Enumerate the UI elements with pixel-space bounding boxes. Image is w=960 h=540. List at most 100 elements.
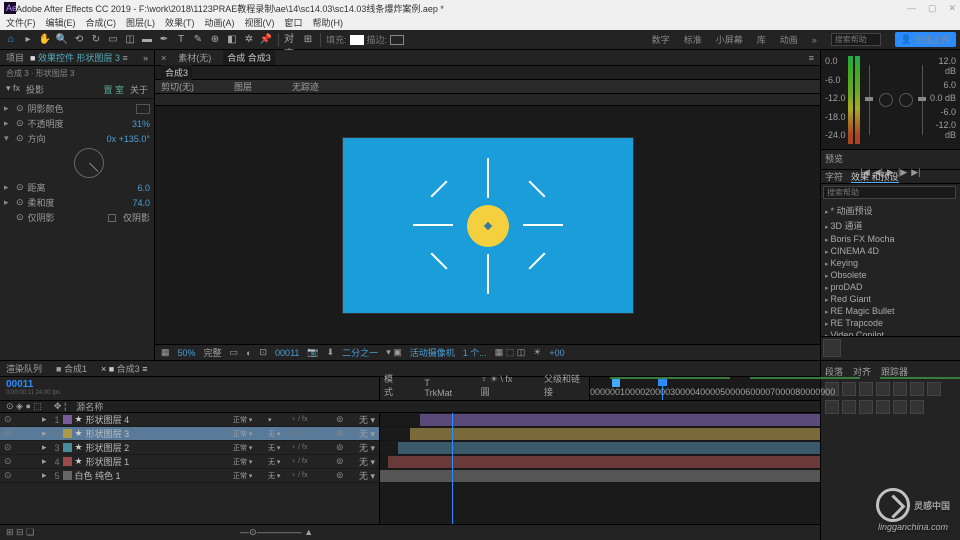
indent-icon[interactable] [842,400,856,414]
twirl-icon[interactable]: ▸ [42,456,47,467]
parent-pick-icon[interactable]: ⊚ [336,456,356,467]
blend-mode[interactable]: 正常 ▾ [233,443,265,453]
workarea-start[interactable] [612,379,620,387]
sub-crop[interactable]: 剪切(无) [161,80,194,93]
trkmat[interactable]: 无 ▾ [268,457,288,467]
indent-icon[interactable] [893,400,907,414]
blend-mode[interactable]: 正常 ▾ [233,429,265,439]
layer-name[interactable]: 形状图层 3 [86,427,230,440]
cat-item[interactable]: Keying [825,257,956,269]
ws-lib[interactable]: 库 [757,33,766,46]
eraser-tool-icon[interactable]: ◧ [225,33,239,47]
effects-search[interactable] [823,186,956,199]
layer-name[interactable]: 形状图层 4 [86,413,230,426]
cat-item[interactable]: CINEMA 4D [825,245,956,257]
cat-item[interactable]: Red Giant [825,293,956,305]
parent-pick-icon[interactable]: ⊚ [336,414,356,425]
stopwatch-icon[interactable]: ⊙ [16,182,24,193]
direction-dial[interactable] [74,148,104,178]
menu-help[interactable]: 帮助(H) [313,16,344,30]
stopwatch-icon[interactable]: ⊙ [16,103,24,114]
clone-tool-icon[interactable]: ⊕ [208,33,222,47]
grid-icon[interactable]: ▦ [161,347,170,358]
minimize-icon[interactable]: — [907,3,916,14]
channel-icon[interactable]: ⬇ [327,347,335,358]
menu-view[interactable]: 视图(V) [245,16,275,30]
view-count[interactable]: 1 个... [463,346,487,359]
stopwatch-icon[interactable]: ⊙ [16,133,24,144]
tab-effects-presets[interactable]: 效果 和预设 [851,170,899,183]
tab-footage[interactable]: 素材(无) [174,50,215,65]
layer-row[interactable]: ⊙▸3★形状图层 2正常 ▾无 ▾♀ / fx⊚无 ▾ [0,441,379,455]
res-dropdown[interactable]: 完整 [204,346,222,359]
mask-icon[interactable]: ▭ [230,347,239,358]
cat-item[interactable]: proDAD [825,281,956,293]
zoom-tool-icon[interactable]: 🔍 [55,33,69,47]
comp-name[interactable]: 合成3 [161,65,192,80]
zoom-level[interactable]: 50% [178,348,196,358]
switches[interactable]: ♀ / fx [291,430,333,437]
tab-render-queue[interactable]: 渲染队列 [6,362,42,375]
playhead[interactable] [662,377,663,400]
ws-more-icon[interactable]: » [812,35,817,45]
layer-row[interactable]: ⊙▸5白色 纯色 1正常 ▾无 ▾♀ / fx⊚无 ▾ [0,469,379,483]
parent-link[interactable]: 无 ▾ [359,413,375,426]
switches[interactable]: ♀ / fx [291,444,333,451]
visibility-icon[interactable]: ⊙ [4,428,14,439]
layer-bar[interactable] [380,470,820,482]
exposure-val[interactable]: +00 [549,348,564,358]
shadowonly-check[interactable] [108,214,116,222]
menu-comp[interactable]: 合成(C) [86,16,117,30]
layer-name[interactable]: 形状图层 2 [86,441,230,454]
ws-small[interactable]: 小屏幕 [716,33,743,46]
text-tool-icon[interactable]: T [174,33,188,47]
twirl-icon[interactable]: ▸ [42,470,47,481]
fill-swatch[interactable] [350,35,364,45]
level-knob-l[interactable] [879,93,893,107]
visibility-icon[interactable]: ⊙ [4,414,14,425]
visibility-icon[interactable]: ⊙ [4,456,14,467]
blend-mode[interactable]: 正常 ▾ [233,471,265,481]
indent-icon[interactable] [910,400,924,414]
zoom-slider[interactable]: —⊙————— ▲ [240,527,313,538]
menu-effect[interactable]: 效果(T) [165,16,195,30]
effects-list[interactable]: * 动画预设 3D 通道 Boris FX Mocha CINEMA 4D Ke… [821,201,960,336]
visibility-icon[interactable]: ⊙ [4,470,14,481]
indent-icon[interactable] [825,400,839,414]
stopwatch-icon[interactable]: ⊙ [16,212,24,223]
exposure-icon[interactable]: ☀ [533,347,541,358]
layer-bar[interactable] [398,442,820,454]
fx-about[interactable]: 关于 [130,83,148,96]
trkmat[interactable]: 无 ▾ [268,471,288,481]
selection-tool-icon[interactable]: ▸ [21,33,35,47]
puppet-tool-icon[interactable]: 📌 [259,33,273,47]
shape-tool-icon[interactable]: ▬ [140,33,154,47]
menu-edit[interactable]: 编辑(E) [46,16,76,30]
blend-mode[interactable]: 正常 ▾ [233,415,265,425]
sub-layer[interactable]: 图层 [234,80,252,93]
tab-character[interactable]: 字符 [825,170,843,183]
ws-standard[interactable]: 标准 [684,33,702,46]
switches[interactable]: ♀ / fx [291,458,333,465]
fx-toggle-icon[interactable]: ▾ fx [6,83,20,96]
layer-bar[interactable] [420,414,820,426]
res-ratio[interactable]: 二分之一 [342,346,378,359]
home-icon[interactable]: ⌂ [4,33,18,47]
rotate-tool-icon[interactable]: ↻ [89,33,103,47]
toggle-switches-icon[interactable]: ⊞ ⊟ ❏ [6,527,34,538]
parent-link[interactable]: 无 ▾ [359,455,375,468]
tab-comp[interactable]: 合成 合成3 [223,50,275,65]
level-slider[interactable] [922,65,923,135]
align-right-icon[interactable] [859,382,873,396]
label-swatch[interactable] [63,443,72,452]
level-knob-r[interactable] [899,93,913,107]
active-cam[interactable]: 活动摄像机 [410,346,455,359]
stroke-swatch[interactable] [390,35,404,45]
twirl-icon[interactable]: ▸ [42,442,47,453]
visibility-icon[interactable]: ⊙ [4,442,14,453]
project-tab[interactable]: 项目 [6,51,24,64]
tab-layer-icon[interactable]: × [161,53,166,63]
cat-item[interactable]: * 动画预设 [825,203,956,218]
timeline-ruler[interactable]: 0000001000020000300004000050000600007000… [590,377,820,400]
layer-bar[interactable] [410,428,820,440]
